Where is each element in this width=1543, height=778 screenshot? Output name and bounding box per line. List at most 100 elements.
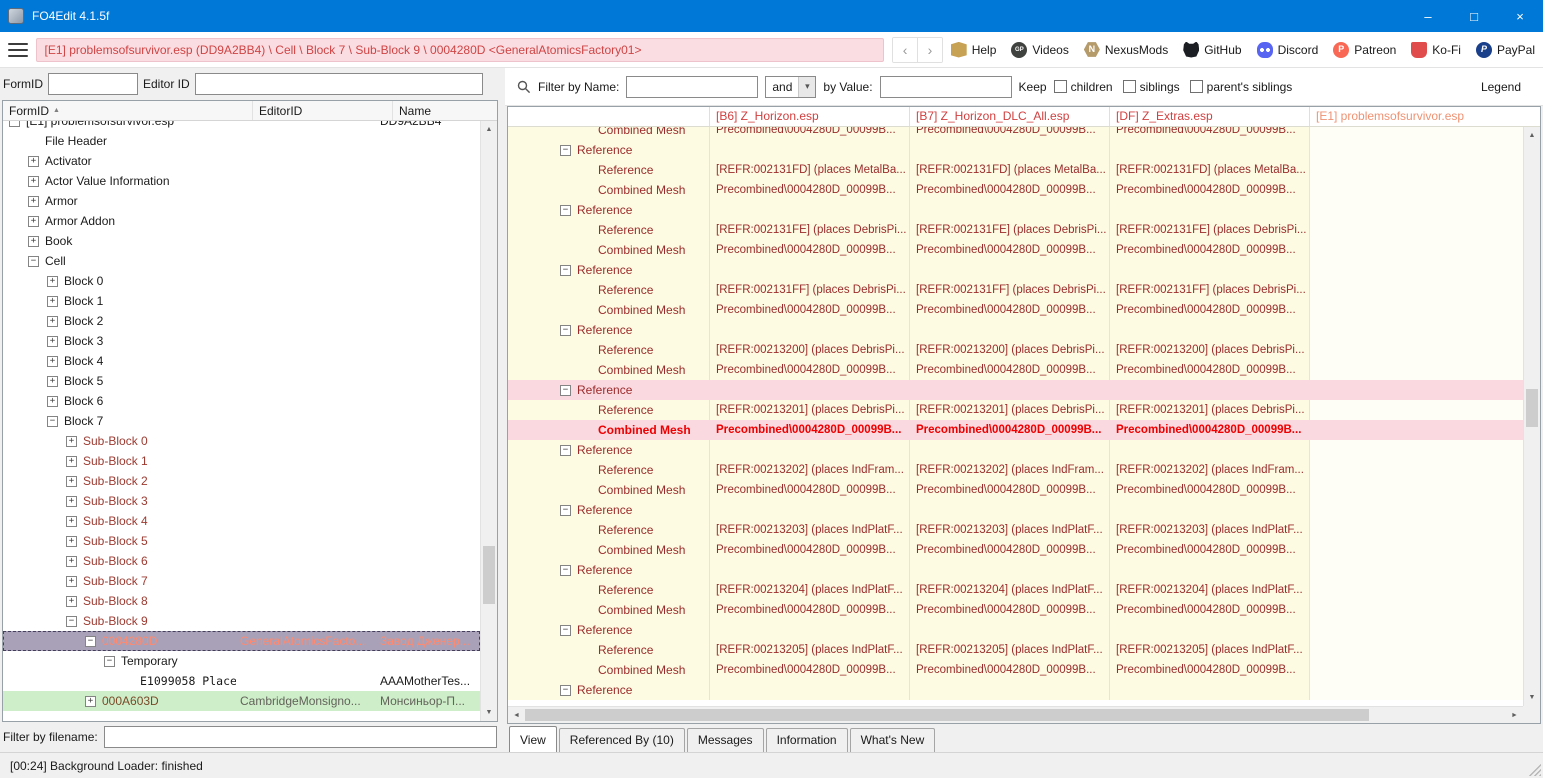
expand-icon[interactable]: + xyxy=(28,215,39,227)
plugin-column-header[interactable]: [E1] problemsofsurvivor.esp xyxy=(1310,107,1540,126)
grid-row[interactable]: Reference [REFR:002131FF] (places DebrisP… xyxy=(508,280,1523,300)
tree-row[interactable]: + Block 5 xyxy=(3,371,480,391)
tree-row[interactable]: + Book xyxy=(3,231,480,251)
minimize-button[interactable]: – xyxy=(1405,0,1451,32)
grid-cell[interactable]: Precombined\0004280D_00099B... xyxy=(710,420,910,440)
tree-row[interactable]: + Armor xyxy=(3,191,480,211)
filter-operator-select[interactable]: and ▾ xyxy=(765,75,817,98)
tree-row[interactable]: + Actor Value Information xyxy=(3,171,480,191)
resize-grip[interactable] xyxy=(1529,764,1541,776)
grid-cell[interactable]: Precombined\0004280D_00099B... xyxy=(1110,300,1310,320)
grid-cell[interactable] xyxy=(1310,580,1523,600)
tree-row[interactable]: −0004280D GeneralAtomicsFacto... Завод Дже… xyxy=(3,631,480,651)
collapse-icon[interactable]: − xyxy=(104,655,115,667)
grid-row[interactable]: − Reference xyxy=(508,560,1523,580)
nav-link-videos[interactable]: GP Videos xyxy=(1011,41,1069,58)
grid-row[interactable]: − Reference xyxy=(508,200,1523,220)
back-button[interactable]: ‹ xyxy=(892,37,918,62)
grid-cell[interactable] xyxy=(1310,380,1523,400)
grid-cell[interactable] xyxy=(710,260,910,280)
tree-row[interactable]: + Armor Addon xyxy=(3,211,480,231)
grid-cell[interactable] xyxy=(910,440,1110,460)
grid-cell[interactable] xyxy=(1310,520,1523,540)
collapse-icon[interactable]: − xyxy=(9,121,20,127)
grid-cell[interactable] xyxy=(1310,440,1523,460)
tree-row[interactable]: −[E1] problemsofsurvivor.esp DD9A2BB4 xyxy=(3,121,480,131)
grid-cell[interactable] xyxy=(1310,660,1523,680)
collapse-icon[interactable]: − xyxy=(560,684,571,696)
grid-cell[interactable]: Precombined\0004280D_00099B... xyxy=(1110,360,1310,380)
grid-row[interactable]: Reference [REFR:00213204] (places IndPlat… xyxy=(508,580,1523,600)
expand-icon[interactable]: + xyxy=(66,515,77,527)
grid-cell[interactable]: Precombined\0004280D_00099B... xyxy=(1110,420,1310,440)
grid-cell[interactable]: Precombined\0004280D_00099B... xyxy=(1110,660,1310,680)
grid-row[interactable]: Reference [REFR:00213205] (places IndPlat… xyxy=(508,640,1523,660)
tree-vertical-scrollbar[interactable]: ▲ ▼ xyxy=(480,121,497,721)
tree-row[interactable]: + Activator xyxy=(3,151,480,171)
collapse-icon[interactable]: − xyxy=(560,444,571,456)
grid-cell[interactable]: [REFR:00213200] (places DebrisPi... xyxy=(910,340,1110,360)
menu-icon[interactable] xyxy=(8,42,28,57)
grid-cell[interactable]: [REFR:00213204] (places IndPlatF... xyxy=(710,580,910,600)
grid-row[interactable]: − Reference xyxy=(508,500,1523,520)
grid-cell[interactable] xyxy=(910,260,1110,280)
grid-cell[interactable] xyxy=(1310,320,1523,340)
grid-cell[interactable] xyxy=(1310,480,1523,500)
grid-cell[interactable] xyxy=(1310,680,1523,700)
grid-cell[interactable]: [REFR:00213203] (places IndPlatF... xyxy=(1110,520,1310,540)
grid-cell[interactable] xyxy=(910,140,1110,160)
grid-cell[interactable] xyxy=(1310,160,1523,180)
grid-cell[interactable]: Precombined\0004280D_00099B... xyxy=(910,360,1110,380)
grid-cell[interactable]: Precombined\0004280D_00099B... xyxy=(910,540,1110,560)
plugin-column-header[interactable]: [DF] Z_Extras.esp xyxy=(1110,107,1310,126)
keep-option-parent-s-siblings[interactable]: parent's siblings xyxy=(1189,80,1292,94)
grid-cell[interactable] xyxy=(1310,220,1523,240)
grid-cell[interactable]: [REFR:00213201] (places DebrisPi... xyxy=(1110,400,1310,420)
grid-cell[interactable]: Precombined\0004280D_00099B... xyxy=(1110,480,1310,500)
nav-link-help[interactable]: Help xyxy=(950,41,996,58)
grid-cell[interactable] xyxy=(710,320,910,340)
grid-cell[interactable] xyxy=(710,380,910,400)
grid-cell[interactable]: [REFR:00213201] (places DebrisPi... xyxy=(710,400,910,420)
nav-link-nexusmods[interactable]: N NexusMods xyxy=(1083,42,1168,58)
grid-row[interactable]: Reference [REFR:00213202] (places IndFram… xyxy=(508,460,1523,480)
grid-cell[interactable] xyxy=(1110,620,1310,640)
grid-cell[interactable]: [REFR:00213200] (places DebrisPi... xyxy=(710,340,910,360)
nav-link-patreon[interactable]: P Patreon xyxy=(1333,41,1396,58)
scroll-down-icon[interactable]: ▼ xyxy=(481,704,497,721)
tab-what-s-new[interactable]: What's New xyxy=(849,728,936,752)
grid-cell[interactable] xyxy=(1310,240,1523,260)
grid-cell[interactable] xyxy=(1110,560,1310,580)
collapse-icon[interactable]: − xyxy=(560,624,571,636)
column-header-editorid[interactable]: EditorID xyxy=(253,101,393,120)
grid-cell[interactable] xyxy=(1110,260,1310,280)
legend-link[interactable]: Legend xyxy=(1481,80,1531,94)
expand-icon[interactable]: + xyxy=(47,335,58,347)
expand-icon[interactable]: + xyxy=(28,155,39,167)
grid-cell[interactable]: [REFR:002131FD] (places MetalBa... xyxy=(910,160,1110,180)
expand-icon[interactable]: + xyxy=(66,535,77,547)
scrollbar-thumb[interactable] xyxy=(483,545,495,604)
breadcrumb[interactable]: [E1] problemsofsurvivor.esp (DD9A2BB4) \… xyxy=(35,37,884,62)
expand-icon[interactable]: + xyxy=(66,495,77,507)
expand-icon[interactable]: + xyxy=(47,375,58,387)
grid-cell[interactable]: [REFR:002131FE] (places DebrisPi... xyxy=(910,220,1110,240)
grid-cell[interactable]: [REFR:00213205] (places IndPlatF... xyxy=(1110,640,1310,660)
tree-row[interactable]: + Sub-Block 1 xyxy=(3,451,480,471)
grid-cell[interactable] xyxy=(1310,280,1523,300)
grid-row[interactable]: Combined Mesh Precombined\0004280D_00099B… xyxy=(508,127,1523,140)
grid-cell[interactable]: Precombined\0004280D_00099B... xyxy=(910,127,1110,140)
grid-row[interactable]: − Reference xyxy=(508,680,1523,700)
grid-cell[interactable]: [REFR:002131FF] (places DebrisPi... xyxy=(710,280,910,300)
filter-value-input[interactable] xyxy=(879,75,1012,98)
grid-row[interactable]: Combined Mesh Precombined\0004280D_00099B… xyxy=(508,660,1523,680)
tree-row[interactable]: + Block 0 xyxy=(3,271,480,291)
grid-cell[interactable]: Precombined\0004280D_00099B... xyxy=(910,600,1110,620)
tree-row[interactable]: + Block 4 xyxy=(3,351,480,371)
grid-row[interactable]: Combined Mesh Precombined\0004280D_00099B… xyxy=(508,480,1523,500)
grid-cell[interactable]: Precombined\0004280D_00099B... xyxy=(910,480,1110,500)
expand-icon[interactable]: + xyxy=(28,195,39,207)
grid-row[interactable]: Combined Mesh Precombined\0004280D_00099B… xyxy=(508,600,1523,620)
grid-cell[interactable] xyxy=(1110,200,1310,220)
tree-row[interactable]: − Block 7 xyxy=(3,411,480,431)
